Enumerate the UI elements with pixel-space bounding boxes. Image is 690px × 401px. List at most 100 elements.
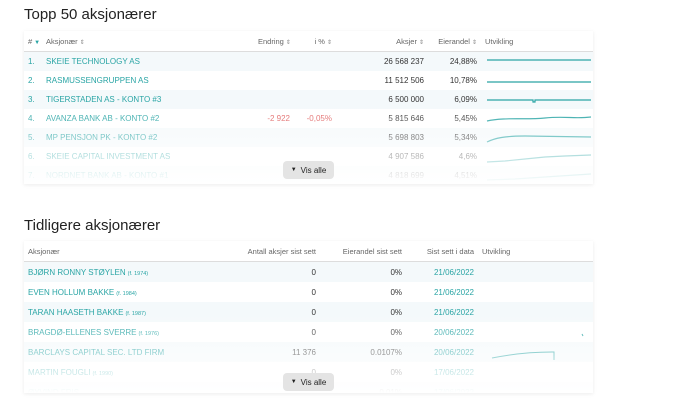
shares-cell: 5 815 646 xyxy=(388,114,424,123)
change-pct-cell: -0,05% xyxy=(306,114,332,123)
last-seen-cell: 17/06/2022 xyxy=(433,367,474,377)
ownership-cell: 5,34% xyxy=(454,133,477,142)
sparkline xyxy=(481,111,593,127)
shareholder-link[interactable]: AVANZA BANK AB - KONTO #2 xyxy=(42,114,254,123)
sparkline xyxy=(478,324,593,340)
former-shareholder-cell[interactable]: ØYVIND FRIS xyxy=(24,388,224,394)
rank-cell: 1. xyxy=(28,57,35,66)
former-shareholder-link[interactable]: BJØRN RONNY STØYLEN xyxy=(28,268,126,277)
former-header-seen: Sist sett i data xyxy=(426,246,474,256)
sparkline xyxy=(481,92,593,108)
former-shareholder-link[interactable]: EVEN HOLLUM BAKKE xyxy=(28,288,114,297)
shareholder-link[interactable]: TIGERSTADEN AS - KONTO #3 xyxy=(42,95,254,104)
shares-cell: 0 xyxy=(311,287,316,297)
header-rank[interactable]: # ▼ xyxy=(24,37,42,46)
rank-cell: 7. xyxy=(28,171,35,180)
sparkline xyxy=(478,344,593,360)
former-show-all-button[interactable]: ▼ Vis alle xyxy=(283,373,334,391)
sort-icon: ⇕ xyxy=(285,39,291,46)
rank-cell: 3. xyxy=(28,95,35,104)
header-name-label: Aksjonær xyxy=(46,36,78,46)
former-shareholder-link[interactable]: MARTIN FOUGLI xyxy=(28,368,91,377)
sort-down-icon: ▼ xyxy=(34,39,41,46)
shares-cell: 11 512 506 xyxy=(384,76,424,85)
former-shareholder-cell[interactable]: MARTIN FOUGLI (f. 1990) xyxy=(24,368,224,377)
table-row[interactable]: 2. RASMUSSENGRUPPEN AS 11 512 506 10,78% xyxy=(24,71,593,90)
caret-down-icon: ▼ xyxy=(290,167,297,173)
last-seen-cell: 17/06/2022 xyxy=(433,387,474,394)
sparkline xyxy=(481,149,593,165)
shares-cell: 6 500 000 xyxy=(388,95,424,104)
sort-icon: ⇕ xyxy=(471,39,477,46)
former-table: Aksjonær Antall aksjer sist sett Eierand… xyxy=(24,241,593,393)
header-name[interactable]: Aksjonær ⇕ xyxy=(42,37,254,46)
shareholder-link[interactable]: RASMUSSENGRUPPEN AS xyxy=(42,76,254,85)
header-shares-label: Aksjer xyxy=(396,36,417,46)
birth-year: (f. 1990) xyxy=(92,370,114,377)
table-row[interactable]: 5. MP PENSJON PK - KONTO #2 5 698 803 5,34% xyxy=(24,128,593,147)
shareholder-link[interactable]: NORDNET BANK AB - KONTO #1 xyxy=(42,171,254,180)
show-all-button[interactable]: ▼ Vis alle xyxy=(283,161,334,179)
table-row[interactable]: 1. SKEIE TECHNOLOGY AS 26 568 237 24,88% xyxy=(24,52,593,71)
table-row[interactable]: 4. AVANZA BANK AB - KONTO #2 -2 922 -0,05% 5… xyxy=(24,109,593,128)
table-row[interactable]: BRAGDØ-ELLENES SVERRE (f. 1976) 0 0% 20/06/2… xyxy=(24,322,593,342)
former-header-name: Aksjonær xyxy=(28,246,60,256)
birth-year: (f. 1976) xyxy=(138,330,159,337)
last-seen-cell: 21/06/2022 xyxy=(433,287,474,297)
header-rank-label: # xyxy=(28,36,33,46)
change-cell: -2 922 xyxy=(267,114,290,123)
table-row[interactable]: 3. TIGERSTADEN AS - KONTO #3 6 500 000 6,09… xyxy=(24,90,593,109)
former-shareholder-cell[interactable]: EVEN HOLLUM BAKKE (f. 1984) xyxy=(24,288,224,297)
header-owner[interactable]: Eierandel ⇕ xyxy=(428,37,481,46)
rank-cell: 6. xyxy=(28,152,35,161)
former-shareholder-cell[interactable]: BJØRN RONNY STØYLEN (f. 1974) xyxy=(24,268,224,277)
header-owner-label: Eierandel xyxy=(438,36,470,46)
former-shareholder-link[interactable]: ØYVIND FRIS xyxy=(28,388,79,394)
shares-cell: 0 xyxy=(311,307,316,317)
last-seen-cell: 20/06/2022 xyxy=(433,347,474,357)
last-seen-cell: 21/06/2022 xyxy=(433,267,474,277)
rank-cell: 5. xyxy=(28,133,35,142)
shareholder-link[interactable]: SKEIE CAPITAL INVESTMENT AS xyxy=(42,152,254,161)
shares-cell: 0 xyxy=(311,267,316,277)
header-shares[interactable]: Aksjer ⇕ xyxy=(336,37,428,46)
show-all-label: Vis alle xyxy=(300,165,327,175)
ownership-cell: 6,09% xyxy=(454,95,477,104)
sparkline xyxy=(481,130,593,146)
rank-cell: 2. xyxy=(28,76,35,85)
show-all-label: Vis alle xyxy=(300,377,327,387)
ownership-cell: 0.0107% xyxy=(370,347,402,357)
shares-cell: 4 818 699 xyxy=(388,171,424,180)
table-row[interactable]: EVEN HOLLUM BAKKE (f. 1984) 0 0% 21/06/2022 xyxy=(24,282,593,302)
ownership-cell: 5,45% xyxy=(454,114,477,123)
shares-cell: 4 907 586 xyxy=(388,152,424,161)
former-shareholder-link[interactable]: TARAN HAASETH BAKKE xyxy=(28,308,123,317)
ownership-cell: 0% xyxy=(390,267,402,277)
rank-cell: 4. xyxy=(28,114,35,123)
former-shareholder-link[interactable]: BRAGDØ-ELLENES SVERRE xyxy=(28,328,136,337)
former-header-trend: Utvikling xyxy=(482,246,511,256)
sort-icon: ⇕ xyxy=(326,39,332,46)
sparkline xyxy=(481,54,593,70)
former-shareholder-cell[interactable]: BRAGDØ-ELLENES SVERRE (f. 1976) xyxy=(24,328,224,337)
caret-down-icon: ▼ xyxy=(290,379,297,385)
former-shareholder-cell[interactable]: TARAN HAASETH BAKKE (f. 1987) xyxy=(24,308,224,317)
birth-year: (f. 1984) xyxy=(116,290,137,297)
former-shareholder-cell[interactable]: BARCLAYS CAPITAL SEC. LTD FIRM xyxy=(24,348,224,357)
ownership-cell: 4,6% xyxy=(458,152,477,161)
sparkline xyxy=(481,168,593,184)
table-row[interactable]: BJØRN RONNY STØYLEN (f. 1974) 0 0% 21/06/202… xyxy=(24,262,593,282)
former-shareholder-link[interactable]: BARCLAYS CAPITAL SEC. LTD FIRM xyxy=(28,348,164,357)
table-row[interactable]: BARCLAYS CAPITAL SEC. LTD FIRM 11 376 0.01… xyxy=(24,342,593,362)
header-change-label: Endring xyxy=(258,36,284,46)
header-change[interactable]: Endring ⇕ xyxy=(254,37,294,46)
shareholder-link[interactable]: MP PENSJON PK - KONTO #2 xyxy=(42,133,254,142)
top50-header-row: # ▼ Aksjonær ⇕ Endring ⇕ i % ⇕ Aksjer ⇕ Eiera… xyxy=(24,31,593,52)
ownership-cell: 0% xyxy=(390,327,402,337)
birth-year: (f. 1974) xyxy=(127,270,149,277)
header-pct[interactable]: i % ⇕ xyxy=(294,37,336,46)
shareholder-link[interactable]: SKEIE TECHNOLOGY AS xyxy=(42,57,254,66)
shares-cell: 0 xyxy=(311,327,316,337)
table-row[interactable]: TARAN HAASETH BAKKE (f. 1987) 0 0% 21/06/202… xyxy=(24,302,593,322)
sparkline xyxy=(481,73,593,89)
